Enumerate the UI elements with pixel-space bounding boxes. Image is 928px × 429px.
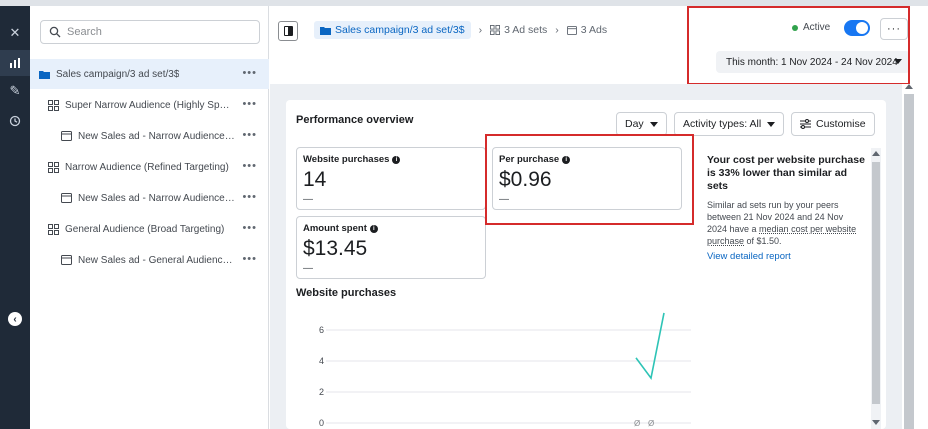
tree-item-adset[interactable]: Super Narrow Audience (Highly Specifi...… bbox=[30, 90, 269, 120]
tree-item-label: New Sales ad - Narrow Audience (R... bbox=[78, 130, 236, 142]
adsets-icon bbox=[47, 99, 59, 111]
tree-item-label: Sales campaign/3 ad set/3$ bbox=[56, 68, 180, 80]
series-line[interactable] bbox=[635, 312, 665, 380]
charts-icon[interactable] bbox=[0, 50, 30, 76]
panel-layout-icon bbox=[283, 26, 293, 36]
ad-icon bbox=[60, 130, 72, 142]
info-icon[interactable]: i bbox=[369, 224, 378, 233]
empty-marker-icon: Ø bbox=[634, 419, 640, 428]
adsets-icon bbox=[490, 25, 501, 35]
more-options-icon[interactable]: ••• bbox=[242, 191, 257, 203]
tree-item-ad[interactable]: New Sales ad - Narrow Audience (R... ••• bbox=[30, 183, 269, 213]
metric-value: 14 bbox=[303, 168, 327, 191]
tree-item-adset[interactable]: General Audience (Broad Targeting) ••• bbox=[30, 214, 269, 244]
search-icon bbox=[49, 26, 61, 38]
tree-item-label: General Audience (Broad Targeting) bbox=[65, 223, 225, 235]
customise-button[interactable]: Customise bbox=[791, 112, 875, 136]
toggle-panel-button[interactable] bbox=[278, 21, 298, 41]
ad-icon bbox=[566, 25, 577, 35]
scroll-up-icon[interactable] bbox=[872, 151, 880, 156]
search-input[interactable] bbox=[67, 26, 257, 38]
activity-types-label: Activity types: All bbox=[683, 118, 762, 130]
breadcrumb-campaign[interactable]: Sales campaign/3 ad set/3$ bbox=[314, 21, 471, 39]
more-options-icon[interactable]: ••• bbox=[242, 67, 257, 79]
activity-types-dropdown[interactable]: Activity types: All bbox=[674, 112, 785, 136]
history-icon[interactable] bbox=[0, 108, 30, 134]
metric-delta: — bbox=[303, 263, 313, 274]
metric-label: Amount spent bbox=[303, 223, 367, 234]
insight-body-end: of $1.50. bbox=[744, 236, 782, 246]
more-options-icon[interactable]: ••• bbox=[242, 253, 257, 265]
breadcrumb-label: Sales campaign/3 ad set/3$ bbox=[335, 24, 465, 36]
y-tick-label: 6 bbox=[319, 325, 324, 335]
insight-body: Similar ad sets run by your peers betwee… bbox=[707, 199, 865, 247]
tree-item-label: New Sales ad - Narrow Audience (R... bbox=[78, 192, 236, 204]
scroll-up-icon[interactable] bbox=[905, 84, 913, 89]
more-options-icon[interactable]: ••• bbox=[242, 129, 257, 141]
performance-title: Performance overview bbox=[296, 114, 414, 126]
campaign-tree-panel: Sales campaign/3 ad set/3$ ••• Super Nar… bbox=[30, 6, 269, 429]
insight-panel: Your cost per website purchase is 33% lo… bbox=[707, 154, 865, 262]
highlight-box-per-purchase bbox=[485, 134, 694, 225]
adsets-icon bbox=[47, 161, 59, 173]
left-rail: ✕ ✎ ‹ bbox=[0, 6, 30, 429]
metric-delta: — bbox=[303, 194, 313, 205]
tree-item-adset[interactable]: Narrow Audience (Refined Targeting) ••• bbox=[30, 152, 269, 182]
chevron-right-icon: › bbox=[555, 24, 559, 36]
breadcrumb-label: 3 Ads bbox=[580, 24, 608, 36]
more-options-icon[interactable]: ••• bbox=[242, 222, 257, 234]
folder-icon bbox=[320, 26, 331, 35]
more-options-icon[interactable]: ••• bbox=[242, 160, 257, 172]
metric-value: $13.45 bbox=[303, 237, 368, 260]
y-tick-label: 4 bbox=[319, 356, 324, 366]
y-tick-label: 2 bbox=[319, 387, 324, 397]
close-icon[interactable]: ✕ bbox=[0, 20, 30, 46]
tree-item-label: Super Narrow Audience (Highly Specifi... bbox=[65, 99, 233, 111]
tree-item-campaign[interactable]: Sales campaign/3 ad set/3$ ••• bbox=[30, 59, 269, 89]
highlight-box-header bbox=[687, 6, 910, 85]
insight-headline: Your cost per website purchase is 33% lo… bbox=[707, 154, 865, 192]
breadcrumb-label: 3 Ad sets bbox=[504, 24, 548, 36]
ad-icon bbox=[60, 254, 72, 266]
granularity-dropdown[interactable]: Day bbox=[616, 112, 667, 136]
scrollbar-thumb[interactable] bbox=[872, 162, 880, 404]
view-detailed-report-link[interactable]: View detailed report bbox=[707, 251, 865, 262]
granularity-label: Day bbox=[625, 118, 644, 130]
metric-website-purchases[interactable]: Website purchases i 14 — bbox=[296, 147, 486, 210]
empty-marker-icon: Ø bbox=[648, 419, 654, 428]
scrollbar-thumb[interactable] bbox=[904, 94, 914, 429]
tree-item-label: New Sales ad - General Audience (B... bbox=[78, 254, 236, 266]
page-scrollbar[interactable] bbox=[902, 84, 928, 429]
customise-label: Customise bbox=[816, 118, 866, 130]
ad-icon bbox=[60, 192, 72, 204]
folder-icon bbox=[38, 68, 50, 80]
scroll-down-icon[interactable] bbox=[872, 420, 880, 425]
collapse-panel-icon[interactable]: ‹ bbox=[8, 312, 22, 326]
customise-icon bbox=[800, 119, 811, 129]
y-tick-label: 0 bbox=[319, 418, 324, 428]
edit-icon[interactable]: ✎ bbox=[0, 78, 30, 104]
breadcrumb-adsets[interactable]: 3 Ad sets bbox=[490, 24, 547, 36]
breadcrumb-ads[interactable]: 3 Ads bbox=[566, 24, 608, 36]
chevron-down-icon bbox=[649, 121, 658, 127]
insight-scrollbar[interactable] bbox=[871, 148, 881, 429]
chevron-down-icon bbox=[767, 121, 776, 127]
metric-label: Website purchases bbox=[303, 154, 390, 165]
breadcrumb: Sales campaign/3 ad set/3$ › 3 Ad sets ›… bbox=[314, 20, 607, 40]
adsets-icon bbox=[47, 223, 59, 235]
info-icon[interactable]: i bbox=[392, 155, 401, 164]
more-options-icon[interactable]: ••• bbox=[242, 98, 257, 110]
tree-item-ad[interactable]: New Sales ad - General Audience (B... ••… bbox=[30, 245, 269, 275]
tree-item-ad[interactable]: New Sales ad - Narrow Audience (R... ••• bbox=[30, 121, 269, 151]
metric-amount-spent[interactable]: Amount spent i $13.45 — bbox=[296, 216, 486, 279]
search-box[interactable] bbox=[40, 20, 260, 44]
chart-title: Website purchases bbox=[296, 287, 397, 299]
website-purchases-chart: 0 2 4 6 Ø Ø bbox=[319, 312, 691, 428]
chevron-right-icon: › bbox=[478, 24, 483, 36]
tree-item-label: Narrow Audience (Refined Targeting) bbox=[65, 161, 229, 173]
